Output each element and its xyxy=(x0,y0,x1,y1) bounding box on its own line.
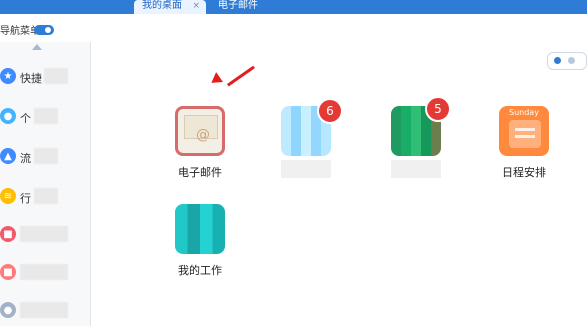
blurred-text xyxy=(34,148,58,164)
tab-email[interactable]: 电子邮件 xyxy=(218,0,258,14)
close-icon[interactable]: × xyxy=(192,0,200,12)
desktop-content: 电子邮件 6 5 Sunday 日程安排 我的工作 xyxy=(91,42,587,326)
blurred-text xyxy=(44,68,68,84)
workflow-icon: ▲ xyxy=(0,148,16,164)
view-dot-2 xyxy=(568,57,575,64)
app-label: 我的工作 xyxy=(178,264,222,277)
app-label: 电子邮件 xyxy=(178,166,222,179)
sidebar-item-label: 行 xyxy=(20,192,31,205)
quick-icon: ★ xyxy=(0,68,16,84)
tab-label: 我的桌面 xyxy=(142,0,182,11)
nav-header: 导航菜单 xyxy=(0,14,90,42)
schedule-day-text: Sunday xyxy=(509,108,539,117)
app-schedule[interactable]: Sunday 日程安排 xyxy=(485,106,563,196)
sidebar-item-label: 个 xyxy=(20,112,31,125)
chevron-up-icon[interactable] xyxy=(32,44,42,50)
app-label: 日程安排 xyxy=(502,166,546,179)
blurred-text xyxy=(20,264,68,280)
blurred-text xyxy=(34,188,58,204)
blurred-label xyxy=(281,160,331,178)
folder-app-icon xyxy=(175,204,225,254)
notification-badge: 6 xyxy=(317,98,343,124)
blurred-text xyxy=(20,226,68,242)
sidebar-item-label: 快捷 xyxy=(20,72,42,85)
sidebar-item-more[interactable]: ● xyxy=(0,294,90,328)
schedule-app-icon: Sunday xyxy=(499,106,549,156)
sidebar-item-calendar[interactable]: ■ xyxy=(0,256,90,290)
nav-toggle[interactable] xyxy=(34,25,54,35)
admin-icon: ≋ xyxy=(0,188,16,204)
view-dot-1 xyxy=(554,57,561,64)
tab-my-desktop[interactable]: 我的桌面 × xyxy=(134,0,206,14)
app-my-work[interactable]: 我的工作 xyxy=(161,204,239,294)
sidebar-item-admin[interactable]: ≋ 行 xyxy=(0,180,90,214)
sidebar-item-app[interactable]: ■ xyxy=(0,218,90,252)
sidebar: ★ 快捷 ● 个 ▲ 流 ≋ 行 ■ ■ ● xyxy=(0,42,91,326)
app-email[interactable]: 电子邮件 xyxy=(161,106,239,196)
calendar-icon: ■ xyxy=(0,264,16,280)
sidebar-item-label: 流 xyxy=(20,152,31,165)
tab-label: 电子邮件 xyxy=(218,0,258,11)
view-toggle[interactable] xyxy=(547,52,587,70)
email-app-icon xyxy=(175,106,225,156)
blurred-text xyxy=(20,302,68,318)
blurred-label xyxy=(391,160,441,178)
app-unknown-2[interactable]: 5 xyxy=(377,96,455,196)
more-icon: ● xyxy=(0,302,16,318)
sidebar-item-workflow[interactable]: ▲ 流 xyxy=(0,140,90,174)
app-icon: ■ xyxy=(0,226,16,242)
sidebar-item-quick[interactable]: ★ 快捷 xyxy=(0,60,90,94)
app-unknown-1[interactable]: 6 xyxy=(267,98,345,196)
notification-badge: 5 xyxy=(425,96,451,122)
schedule-page-icon xyxy=(509,120,541,148)
top-bar: 我的桌面 × 电子邮件 xyxy=(0,0,587,14)
sidebar-item-personal[interactable]: ● 个 xyxy=(0,100,90,134)
blurred-text xyxy=(34,108,58,124)
user-icon: ● xyxy=(0,108,16,124)
